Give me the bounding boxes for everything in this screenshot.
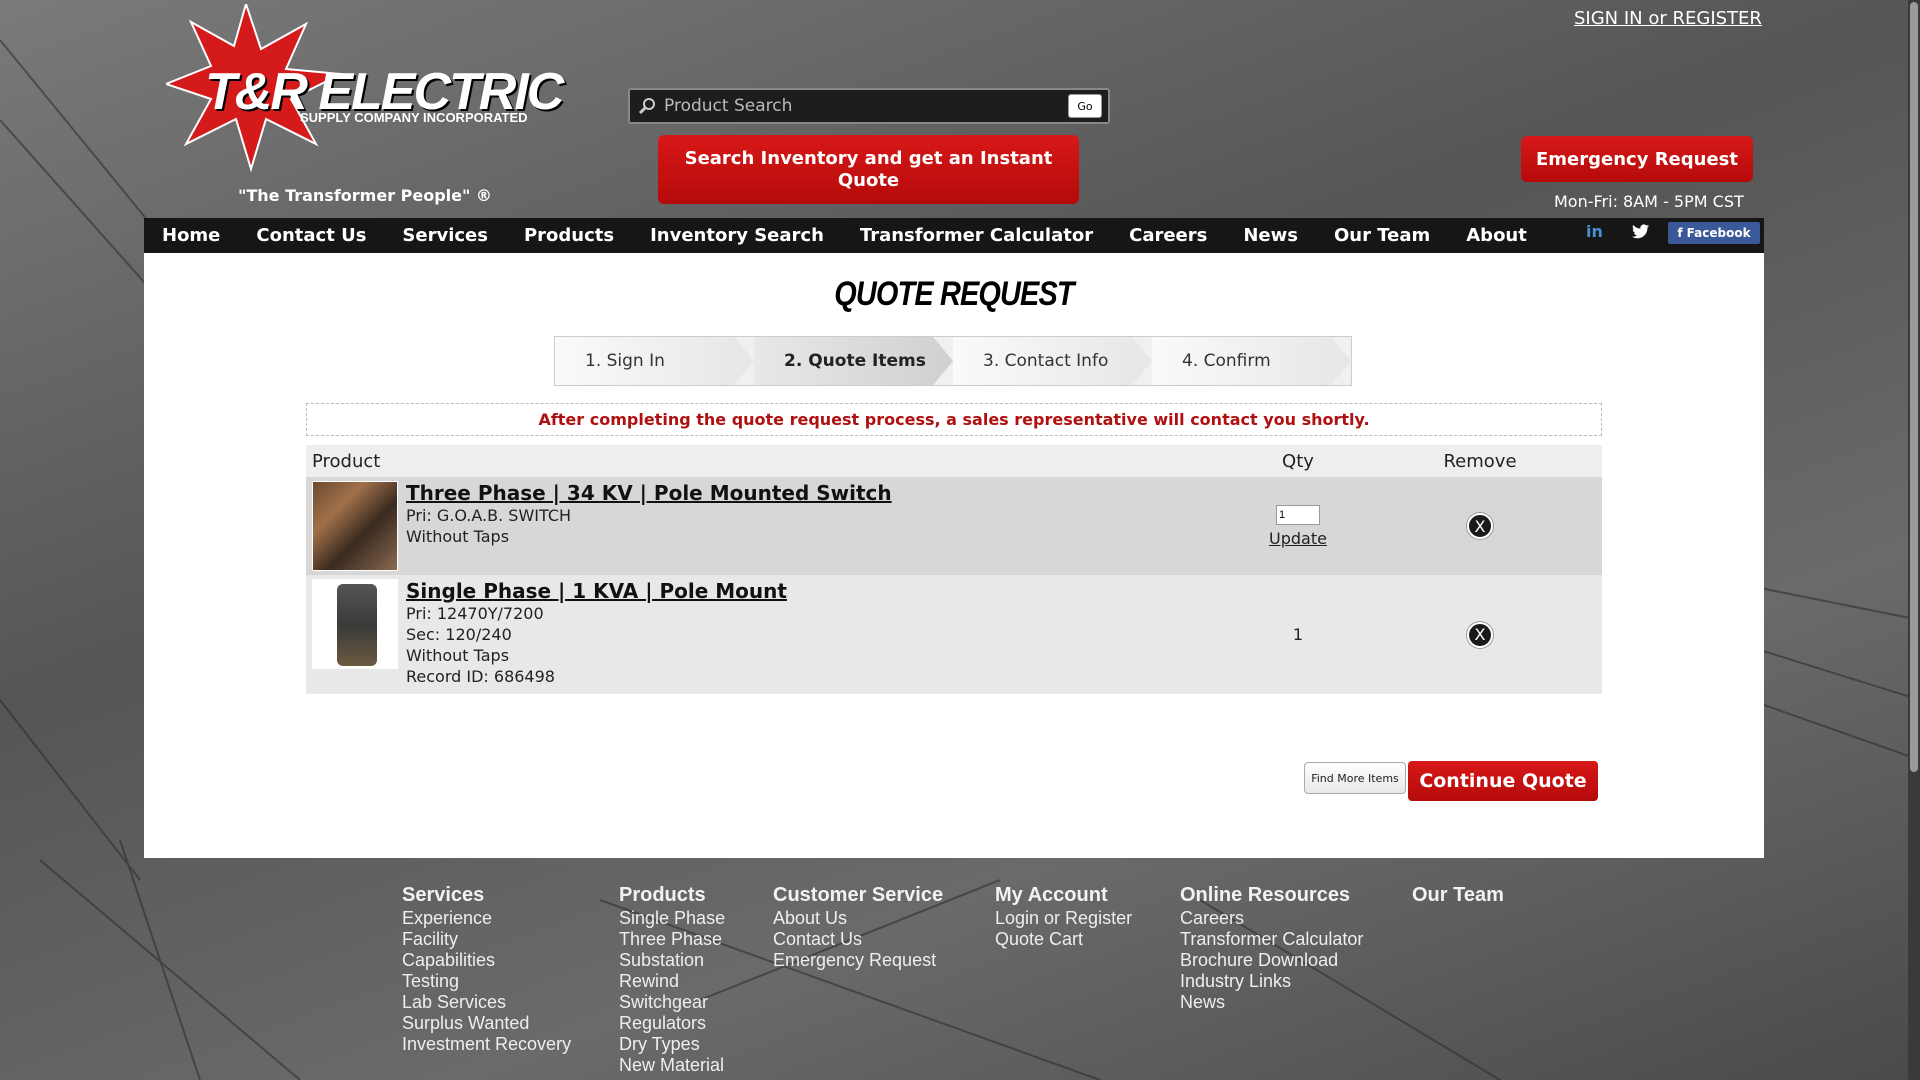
nav-transformer-calculator[interactable]: Transformer Calculator	[842, 225, 1111, 246]
nav-home[interactable]: Home	[144, 225, 238, 246]
main-nav: Home Contact Us Services Products Invent…	[144, 218, 1764, 253]
product-title-link[interactable]: Single Phase | 1 KVA | Pole Mount	[406, 579, 787, 603]
footer-link[interactable]: Three Phase	[619, 929, 725, 950]
continue-quote-button[interactable]: Continue Quote	[1408, 761, 1598, 801]
main-content: QUOTE REQUEST 1. Sign In 2. Quote Items …	[144, 253, 1764, 858]
footer-link[interactable]: Careers	[1180, 908, 1363, 929]
nav-products[interactable]: Products	[506, 225, 632, 246]
step-confirm[interactable]: 4. Confirm	[1152, 337, 1351, 385]
footer-heading[interactable]: Customer Service	[773, 884, 943, 906]
nav-inventory-search[interactable]: Inventory Search	[632, 225, 842, 246]
footer-link[interactable]: Rewind	[619, 971, 725, 992]
footer-column-services: Services Experience Facility Capabilitie…	[402, 884, 571, 1055]
instant-quote-button[interactable]: Search Inventory and get an Instant Quot…	[658, 135, 1079, 204]
product-search-bar: Go	[628, 88, 1110, 124]
footer-link[interactable]: Emergency Request	[773, 950, 943, 971]
footer-link[interactable]: Surplus Wanted	[402, 1013, 571, 1034]
sign-in-register-link[interactable]: SIGN IN or REGISTER	[1574, 8, 1762, 29]
nav-our-team[interactable]: Our Team	[1316, 225, 1448, 246]
footer-link[interactable]: Capabilities	[402, 950, 571, 971]
footer-heading[interactable]: Online Resources	[1180, 884, 1363, 906]
quote-cart-table: Product Qty Remove Three Phase | 34 KV |…	[306, 445, 1602, 694]
search-icon	[636, 95, 658, 117]
logo-subtext: SUPPLY COMPANY INCORPORATED	[300, 110, 528, 125]
footer-link[interactable]: Investment Recovery	[402, 1034, 571, 1055]
product-search-input[interactable]	[658, 96, 1068, 116]
table-row: Single Phase | 1 KVA | Pole Mount Pri: 1…	[306, 575, 1602, 694]
nav-contact-us[interactable]: Contact Us	[238, 225, 384, 246]
footer-link[interactable]: Switchgear	[619, 992, 725, 1013]
facebook-icon: f	[1677, 226, 1683, 240]
footer-column-my-account: My Account Login or Register Quote Cart	[995, 884, 1132, 950]
footer-link[interactable]: Regulators	[619, 1013, 725, 1034]
page-title: QUOTE REQUEST	[834, 275, 1074, 313]
table-header: Product Qty Remove	[306, 445, 1602, 477]
footer-link[interactable]: Substation	[619, 950, 725, 971]
product-image[interactable]	[312, 579, 398, 669]
quantity-value: 1	[1292, 625, 1304, 644]
facebook-button[interactable]: f Facebook	[1668, 222, 1760, 244]
search-go-button[interactable]: Go	[1068, 94, 1102, 118]
product-detail: Without Taps	[406, 527, 510, 546]
business-hours: Mon-Fri: 8AM - 5PM CST	[1554, 192, 1744, 211]
page-scrollbar[interactable]	[1908, 0, 1920, 1080]
nav-services[interactable]: Services	[384, 225, 506, 246]
footer-link[interactable]: Quote Cart	[995, 929, 1132, 950]
header-product: Product	[312, 450, 381, 472]
footer-link[interactable]: Testing	[402, 971, 571, 992]
footer-heading[interactable]: Products	[619, 884, 725, 906]
footer-link[interactable]: Contact Us	[773, 929, 943, 950]
product-title-link[interactable]: Three Phase | 34 KV | Pole Mounted Switc…	[406, 481, 892, 505]
footer-link[interactable]: New Material	[619, 1055, 725, 1076]
footer-link[interactable]: Lab Services	[402, 992, 571, 1013]
product-detail: Sec: 120/240	[406, 625, 512, 644]
step-sign-in[interactable]: 1. Sign In	[555, 337, 754, 385]
nav-careers[interactable]: Careers	[1111, 225, 1225, 246]
scrollbar-thumb[interactable]	[1910, 2, 1918, 772]
footer-column-products: Products Single Phase Three Phase Substa…	[619, 884, 725, 1076]
quote-notice: After completing the quote request proce…	[306, 403, 1602, 436]
product-detail: Without Taps	[406, 646, 510, 665]
footer-column-customer-service: Customer Service About Us Contact Us Eme…	[773, 884, 943, 971]
remove-item-button[interactable]: X	[1467, 513, 1493, 539]
step-contact-info[interactable]: 3. Contact Info	[953, 337, 1152, 385]
product-detail: Pri: G.O.A.B. SWITCH	[406, 506, 572, 525]
footer-link[interactable]: Facility	[402, 929, 571, 950]
header-qty: Qty	[1282, 450, 1314, 472]
product-detail: Record ID: 686498	[406, 667, 555, 686]
footer-link[interactable]: Single Phase	[619, 908, 725, 929]
remove-item-button[interactable]: X	[1467, 621, 1493, 648]
footer-link[interactable]: Transformer Calculator	[1180, 929, 1363, 950]
emergency-request-button[interactable]: Emergency Request	[1521, 136, 1753, 182]
facebook-label: Facebook	[1686, 226, 1751, 240]
table-row: Three Phase | 34 KV | Pole Mounted Switc…	[306, 477, 1602, 575]
step-quote-items[interactable]: 2. Quote Items	[754, 337, 953, 385]
footer-heading[interactable]: Our Team	[1412, 884, 1504, 906]
footer-link[interactable]: Brochure Download	[1180, 950, 1363, 971]
update-qty-link[interactable]: Update	[1269, 529, 1327, 548]
footer-link[interactable]: Login or Register	[995, 908, 1132, 929]
footer-heading[interactable]: My Account	[995, 884, 1132, 906]
quote-steps: 1. Sign In 2. Quote Items 3. Contact Inf…	[554, 336, 1352, 386]
footer-link[interactable]: Dry Types	[619, 1034, 725, 1055]
linkedin-icon[interactable]: in	[1586, 222, 1603, 241]
quantity-stepper[interactable]	[1276, 504, 1320, 525]
tagline: "The Transformer People" ®	[238, 186, 492, 205]
footer-link[interactable]: Experience	[402, 908, 571, 929]
product-image[interactable]	[312, 481, 398, 571]
product-detail: Pri: 12470Y/7200	[406, 604, 544, 623]
footer-heading[interactable]: Services	[402, 884, 571, 906]
twitter-icon[interactable]	[1632, 224, 1650, 240]
footer-link[interactable]: About Us	[773, 908, 943, 929]
footer-column-online-resources: Online Resources Careers Transformer Cal…	[1180, 884, 1363, 1013]
footer-link[interactable]: News	[1180, 992, 1363, 1013]
footer-column-our-team: Our Team	[1412, 884, 1504, 908]
header-remove: Remove	[1443, 450, 1517, 472]
find-more-items-button[interactable]: Find More Items	[1304, 762, 1406, 794]
nav-news[interactable]: News	[1225, 225, 1316, 246]
nav-about[interactable]: About	[1448, 225, 1545, 246]
footer-link[interactable]: Industry Links	[1180, 971, 1363, 992]
